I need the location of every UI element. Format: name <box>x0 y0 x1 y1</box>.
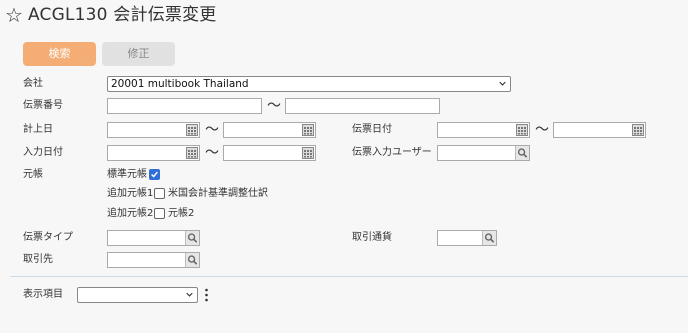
display-items-label: 表示項目 <box>23 289 63 300</box>
input-date-from-input[interactable] <box>107 145 200 161</box>
voucher-date-from-input[interactable] <box>437 122 530 138</box>
additional-ledger2-checkbox[interactable] <box>154 208 165 219</box>
edit-button[interactable]: 修正 <box>102 42 175 66</box>
standard-ledger-checkbox[interactable] <box>149 169 160 180</box>
voucher-number-label: 伝票番号 <box>23 100 63 111</box>
checkmark-icon <box>151 171 158 178</box>
chevron-down-icon <box>499 81 506 86</box>
additional-ledger1-label: 追加元帳1 <box>107 188 154 199</box>
transaction-currency-label: 取引通貨 <box>352 232 392 243</box>
range-separator: ～ <box>267 98 281 114</box>
counterparty-label: 取引先 <box>23 254 53 265</box>
input-date-label: 入力日付 <box>23 147 63 158</box>
additional-ledger2-label: 追加元帳2 <box>107 208 154 219</box>
voucher-input-user-input[interactable] <box>437 145 530 161</box>
calendar-icon[interactable] <box>302 147 314 159</box>
range-separator: ～ <box>205 145 219 161</box>
additional-ledger1-checkbox[interactable] <box>154 188 165 199</box>
range-separator: ～ <box>535 122 549 138</box>
voucher-number-from-input[interactable] <box>107 98 262 114</box>
calendar-icon[interactable] <box>302 124 314 136</box>
company-select-value: 20001 multibook Thailand <box>111 78 249 90</box>
calendar-icon[interactable] <box>186 124 198 136</box>
calendar-icon[interactable] <box>516 124 528 136</box>
company-label: 会社 <box>23 78 43 89</box>
standard-ledger-label: 標準元帳 <box>107 169 147 180</box>
voucher-date-to-input[interactable] <box>553 122 646 138</box>
favorite-star-icon[interactable]: ☆ <box>5 4 23 26</box>
more-options-icon[interactable] <box>205 288 208 302</box>
voucher-type-label: 伝票タイプ <box>23 232 73 243</box>
section-divider <box>10 276 688 277</box>
company-select[interactable]: 20001 multibook Thailand <box>107 76 511 92</box>
search-button[interactable]: 検索 <box>23 42 96 66</box>
posting-date-label: 計上日 <box>23 124 53 135</box>
counterparty-input[interactable] <box>107 252 200 268</box>
input-date-to-input[interactable] <box>223 145 316 161</box>
voucher-number-to-input[interactable] <box>285 98 440 114</box>
range-separator: ～ <box>205 122 219 138</box>
search-icon[interactable] <box>515 146 529 160</box>
transaction-currency-input[interactable] <box>437 230 497 246</box>
ledger-label: 元帳 <box>23 169 43 180</box>
calendar-icon[interactable] <box>186 147 198 159</box>
chevron-down-icon <box>186 292 193 297</box>
additional-ledger2-option: 元帳2 <box>168 208 195 219</box>
additional-ledger1-option: 米国会計基準調整仕訳 <box>168 188 268 199</box>
voucher-date-label: 伝票日付 <box>352 124 392 135</box>
display-items-select[interactable] <box>77 287 198 303</box>
posting-date-to-input[interactable] <box>223 122 316 138</box>
voucher-type-input[interactable] <box>107 230 200 246</box>
posting-date-from-input[interactable] <box>107 122 200 138</box>
search-icon[interactable] <box>482 231 496 245</box>
search-icon[interactable] <box>185 231 199 245</box>
calendar-icon[interactable] <box>632 124 644 136</box>
page-title: ACGL130 会計伝票変更 <box>28 5 217 25</box>
search-icon[interactable] <box>185 253 199 267</box>
voucher-input-user-label: 伝票入力ユーザー <box>352 147 432 158</box>
